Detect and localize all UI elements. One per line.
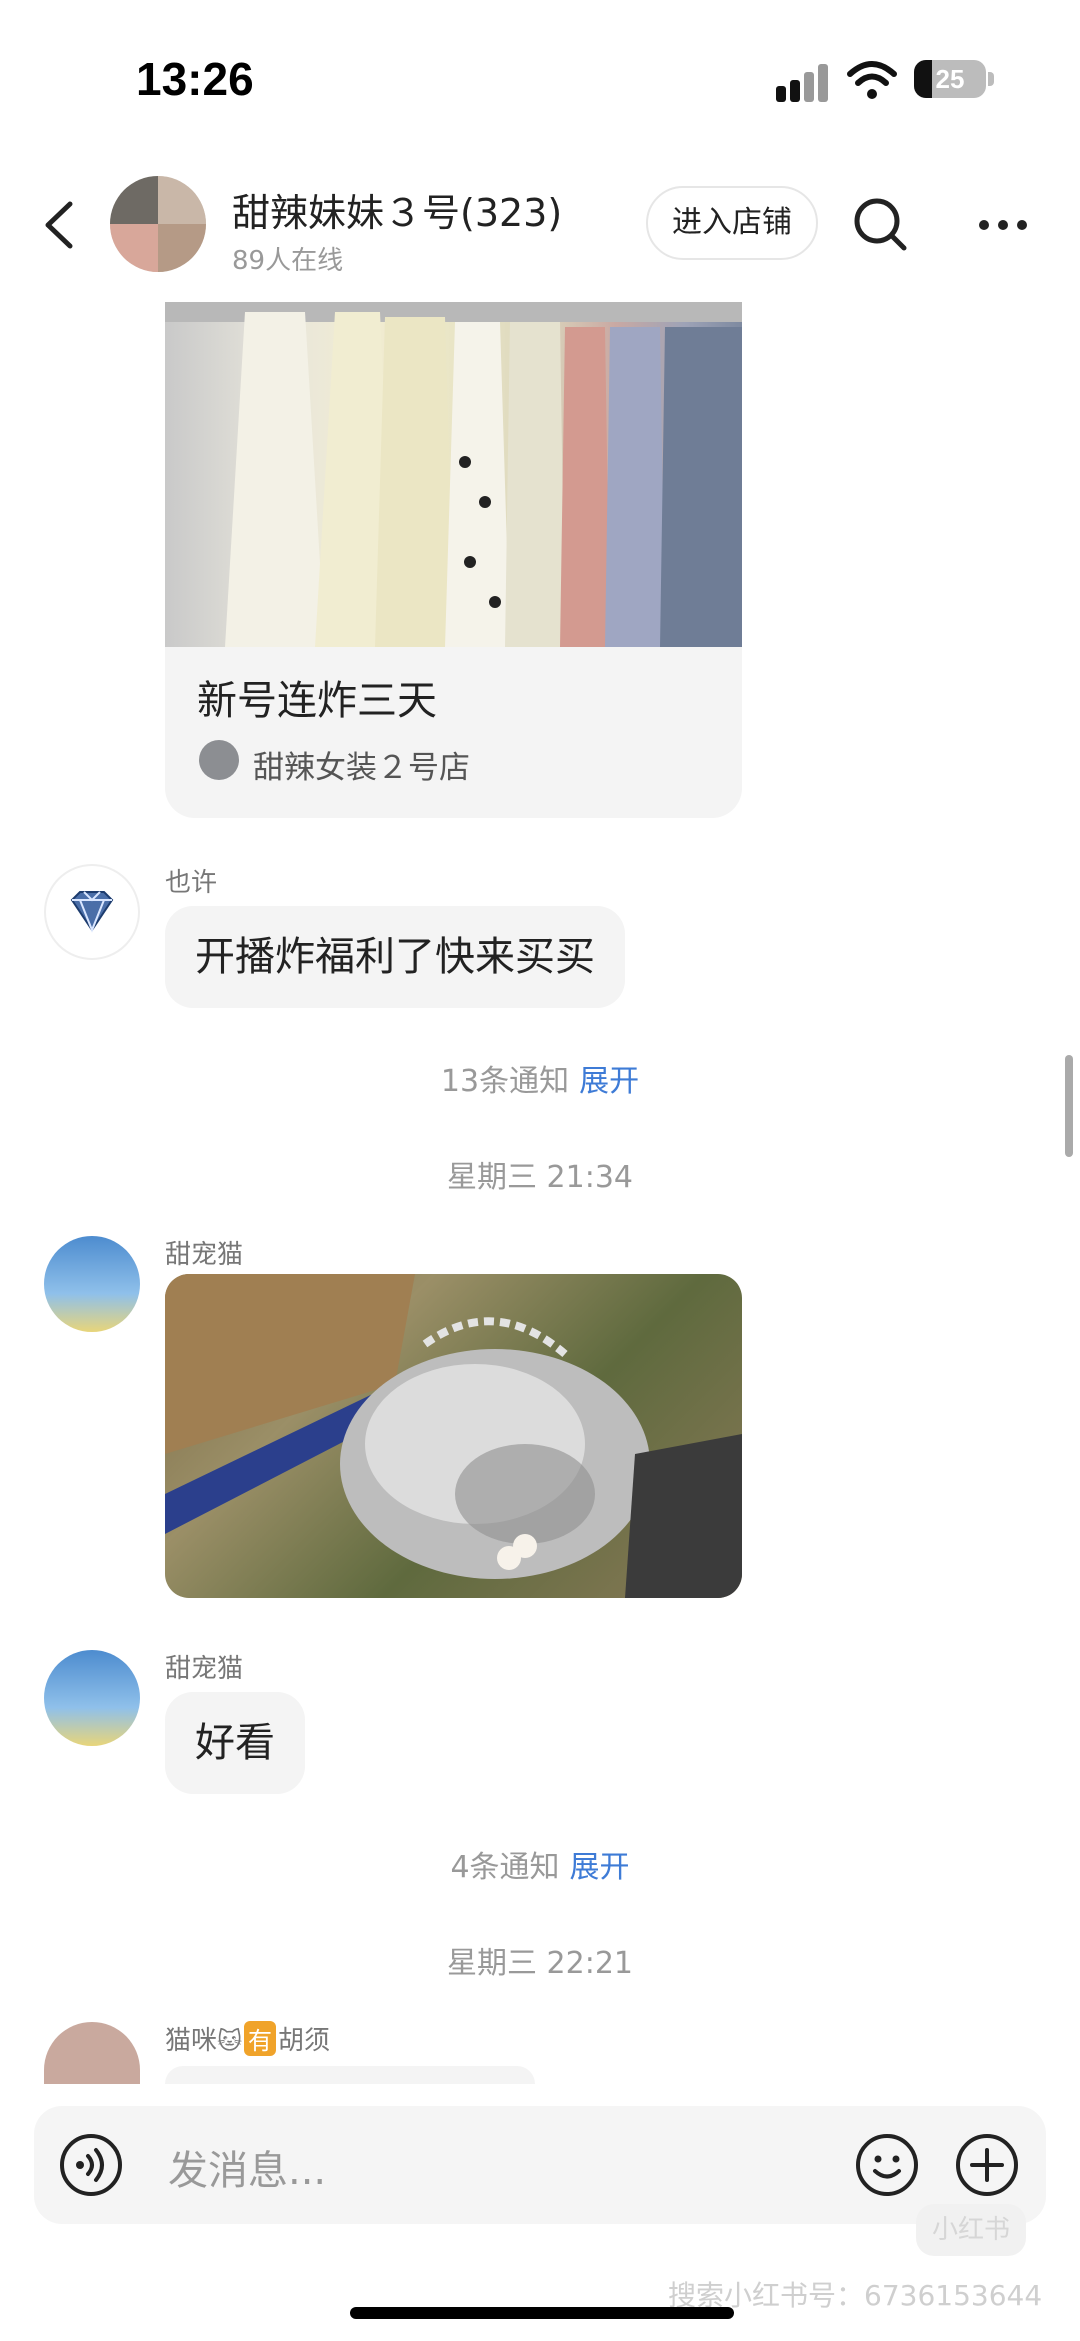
cat-emoji-icon: 🐱 (217, 2027, 243, 2055)
message-bubble-partial[interactable] (165, 2066, 535, 2084)
voice-icon[interactable] (58, 2132, 124, 2198)
shop-name: 甜辣女装２号店 (253, 750, 470, 786)
back-icon[interactable] (40, 200, 80, 250)
message-bubble[interactable]: 好看 (165, 1692, 305, 1794)
sender-name-suffix: 胡须 (278, 2026, 331, 2056)
search-icon[interactable] (852, 196, 908, 252)
message-bubble[interactable]: 开播炸福利了快来买买 (165, 906, 625, 1008)
notice-row: 13条通知 展开 (0, 1056, 1080, 1100)
timestamp: 星期三 21:34 (447, 1160, 633, 1195)
emoji-icon[interactable] (854, 2132, 920, 2198)
scrollbar[interactable] (1065, 1055, 1073, 1157)
battery-level: 25 (935, 64, 965, 94)
status-time: 13:26 (136, 53, 254, 105)
product-image[interactable] (165, 302, 742, 647)
handbag-photo (165, 1274, 742, 1598)
watermark-logo: 小红书 (916, 2204, 1026, 2256)
home-indicator (350, 2307, 734, 2319)
shop-avatar (199, 740, 239, 780)
sender-name: 猫咪🐱 有胡须 (165, 2020, 330, 2057)
clothing-rack-illustration (165, 302, 742, 647)
plus-icon[interactable] (954, 2132, 1020, 2198)
image-message[interactable] (165, 1274, 742, 1598)
sender-name: 甜宠猫 (165, 1654, 244, 1684)
group-avatar[interactable] (110, 176, 206, 272)
sender-badge: 有 (244, 2021, 277, 2056)
notice-text: 4条通知 (450, 1850, 560, 1885)
avatar[interactable] (44, 2022, 140, 2084)
page-title: 甜辣妹妹３号(323) (232, 191, 563, 235)
more-icon[interactable] (978, 210, 1028, 240)
signal-icon (776, 62, 832, 102)
expand-link[interactable]: 展开 (579, 1064, 639, 1099)
notice-text: 13条通知 (440, 1064, 570, 1099)
sender-name-prefix: 猫咪 (165, 2026, 218, 2056)
sender-name: 甜宠猫 (165, 1240, 244, 1270)
avatar[interactable] (44, 1650, 140, 1746)
avatar[interactable] (44, 864, 140, 960)
expand-link[interactable]: 展开 (570, 1850, 630, 1885)
online-count: 89人在线 (232, 246, 344, 276)
sender-name: 也许 (165, 868, 218, 898)
enter-shop-button[interactable]: 进入店铺 (646, 186, 818, 260)
wifi-icon (847, 61, 897, 99)
message-input[interactable]: 发消息... (168, 2138, 326, 2196)
timestamp: 星期三 22:21 (447, 1946, 633, 1981)
battery-tip (988, 72, 994, 86)
shared-product-card[interactable]: 新号连炸三天 甜辣女装２号店 (165, 302, 742, 818)
notice-row: 4条通知 展开 (0, 1842, 1080, 1886)
battery-icon: 25 (914, 60, 986, 98)
avatar[interactable] (44, 1236, 140, 1332)
card-title: 新号连炸三天 (197, 678, 437, 724)
diamond-icon (70, 891, 114, 933)
